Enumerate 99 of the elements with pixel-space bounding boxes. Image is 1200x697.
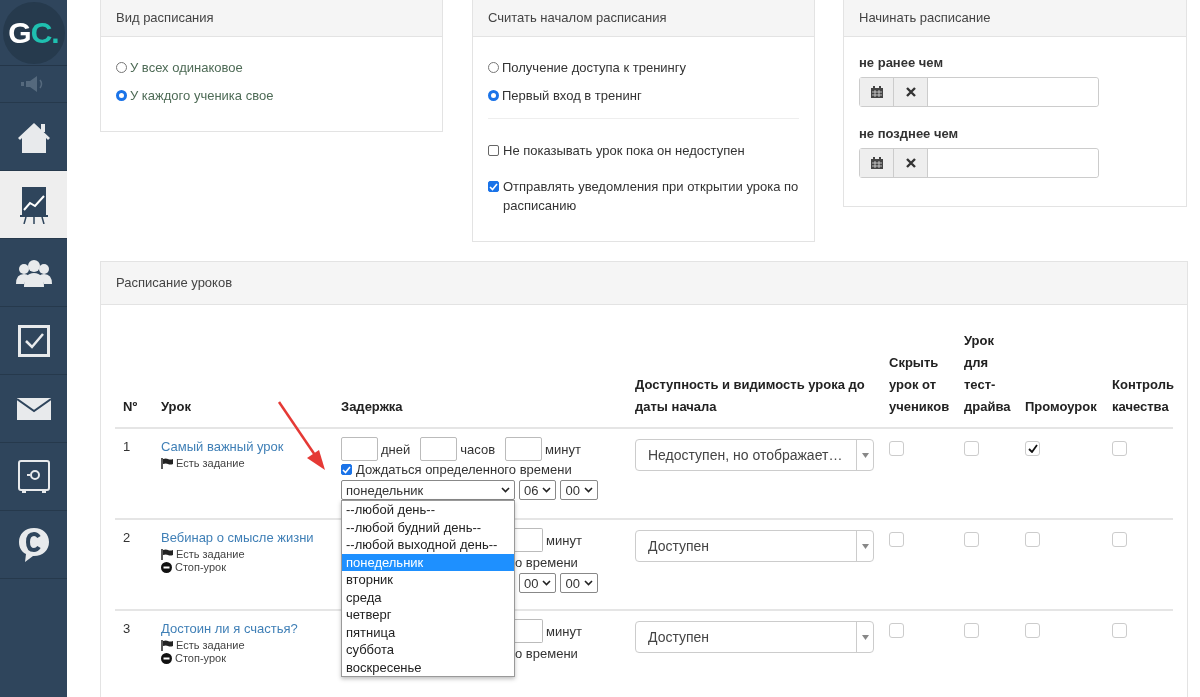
tag-label: Есть задание xyxy=(176,639,245,651)
flag-icon xyxy=(161,639,173,651)
stop-icon xyxy=(161,652,172,664)
checkbox-label: Не показывать урок пока он недоступен xyxy=(503,142,745,160)
mail-icon xyxy=(16,397,51,420)
caret-icon xyxy=(861,543,869,549)
radio-button[interactable] xyxy=(488,90,499,101)
column-header: Контроль качества xyxy=(1104,322,1173,428)
panel-title: Расписание уроков xyxy=(101,262,1187,305)
date-field[interactable] xyxy=(859,77,1099,107)
checkbox[interactable] xyxy=(341,464,352,475)
radio-label: Получение доступа к тренингу xyxy=(502,60,687,75)
row-number: 2 xyxy=(123,530,131,545)
tag-label: Стоп-урок xyxy=(175,652,227,664)
minute-select[interactable]: 00 xyxy=(560,480,598,500)
stop-icon xyxy=(161,561,172,573)
dropdown-option[interactable]: вторник xyxy=(342,571,514,589)
column-header: Nº xyxy=(115,322,153,428)
column-header: Задержка xyxy=(341,322,627,428)
sidebar-item[interactable] xyxy=(0,171,67,239)
safe-icon xyxy=(17,459,50,494)
number-input[interactable] xyxy=(341,437,378,461)
row-number: 1 xyxy=(123,439,131,454)
row-number: 3 xyxy=(123,621,131,636)
hour-select[interactable]: 06 xyxy=(519,480,557,500)
calendar-icon xyxy=(870,86,883,98)
calendar-button[interactable] xyxy=(860,149,894,177)
calendar-icon xyxy=(870,157,883,169)
checkbox-label: о времени xyxy=(515,646,578,661)
number-input[interactable] xyxy=(515,528,543,552)
radio-button[interactable] xyxy=(488,62,499,73)
checkbox[interactable] xyxy=(488,145,499,156)
tag-label: Есть задание xyxy=(176,548,245,560)
unit-label: дней xyxy=(381,441,411,457)
dropdown-option[interactable]: --любой день-- xyxy=(342,501,514,519)
chevron-icon xyxy=(583,487,593,493)
flag-icon xyxy=(161,548,173,560)
dropdown-option[interactable]: четверг xyxy=(342,606,514,624)
caret-icon xyxy=(861,634,869,640)
availability-select[interactable]: Недоступен, но отображает… xyxy=(635,439,874,471)
unit-label: минут xyxy=(545,441,581,457)
dropdown-option[interactable]: воскресенье xyxy=(342,658,514,676)
tag-label: Стоп-урок xyxy=(175,561,227,573)
chart-board-icon xyxy=(19,185,48,224)
logo[interactable]: GC. xyxy=(2,1,65,64)
clear-button[interactable] xyxy=(894,78,928,106)
caret-icon xyxy=(861,452,869,458)
chevron-icon xyxy=(501,487,510,493)
calendar-button[interactable] xyxy=(860,78,894,106)
day-select[interactable]: понедельник xyxy=(341,480,515,500)
column-header: Скрыть урок от учеников xyxy=(881,322,956,428)
unit-label: часов xyxy=(460,441,496,457)
dropdown-option[interactable]: пятница xyxy=(342,623,514,641)
date-field[interactable] xyxy=(859,148,1099,178)
checkbox-icon xyxy=(17,324,50,357)
column-header: Промоурок xyxy=(1017,322,1104,428)
people-icon xyxy=(15,258,52,287)
panel-title: Начинать расписание xyxy=(844,0,1186,37)
checkbox-label: Дождаться определенного времени xyxy=(356,462,572,477)
tag-label: Есть задание xyxy=(176,457,245,469)
number-input[interactable] xyxy=(505,437,543,461)
availability-select[interactable]: Доступен xyxy=(635,621,874,653)
radio-button[interactable] xyxy=(116,62,127,73)
radio-label: Первый вход в тренинг xyxy=(502,88,642,103)
chat-icon xyxy=(17,526,50,563)
chevron-icon xyxy=(542,487,552,493)
dropdown-option[interactable]: --любой будний день-- xyxy=(342,518,514,536)
lesson-link[interactable]: Вебинар о смысле жизни xyxy=(161,530,333,545)
unit-label: минут xyxy=(546,532,582,548)
field-label: не ранее чем xyxy=(859,55,944,70)
dropdown-option[interactable]: --любой выходной день-- xyxy=(342,536,514,554)
checkbox[interactable] xyxy=(488,181,499,192)
lesson-link[interactable]: Самый важный урок xyxy=(161,439,333,454)
dropdown-option[interactable]: суббота xyxy=(342,641,514,659)
unit-label: минут xyxy=(546,623,582,639)
checkbox-label: о времени xyxy=(515,555,578,570)
dropdown-option[interactable]: среда xyxy=(342,588,514,606)
minute-select[interactable]: 00 xyxy=(560,573,598,593)
field-label: не позднее чем xyxy=(859,126,960,141)
panel-title: Считать началом расписания xyxy=(473,0,814,37)
close-icon xyxy=(905,87,916,97)
radio-button[interactable] xyxy=(116,90,127,101)
checkbox-label: Отправлять уведомления при открытии урока по расписанию xyxy=(503,178,799,215)
chevron-icon xyxy=(583,580,593,586)
hour-select[interactable]: 00 xyxy=(519,573,557,593)
clear-button[interactable] xyxy=(894,149,928,177)
radio-label: У каждого ученика свое xyxy=(130,88,274,103)
availability-select[interactable]: Доступен xyxy=(635,530,874,562)
close-icon xyxy=(905,158,916,168)
radio-label: У всех одинаковое xyxy=(130,60,243,75)
column-header: Доступность и видимость урока до даты начала xyxy=(627,322,881,428)
chevron-icon xyxy=(542,580,552,586)
column-header: Урок для тест-драйва xyxy=(956,322,1017,428)
lesson-link[interactable]: Достоин ли я счастья? xyxy=(161,621,333,636)
flag-icon xyxy=(161,457,173,469)
number-input[interactable] xyxy=(515,619,543,643)
column-header: Урок xyxy=(153,322,341,428)
number-input[interactable] xyxy=(420,437,458,461)
panel-title: Вид расписания xyxy=(101,0,442,37)
